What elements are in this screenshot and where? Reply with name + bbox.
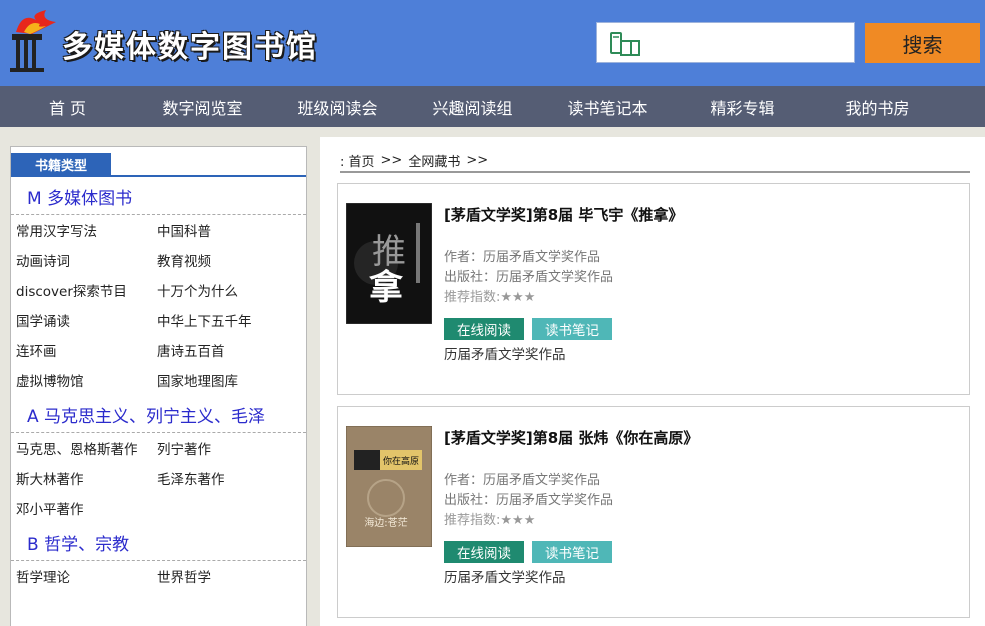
sidebar-header: 书籍类型: [11, 147, 306, 177]
svg-text:你在高原: 你在高原: [383, 455, 419, 467]
book-card: 你在高原 海边:苍茫 [茅盾文学奖]第8届 张炜《你在高原》 作者：历届矛盾文学…: [337, 406, 970, 618]
category-sidebar: 书籍类型 M 多媒体图书 常用汉字写法 中国科普 动画诗词 教育视频 discover探索…: [10, 146, 307, 626]
nav-item-6[interactable]: 我的书房: [810, 86, 945, 127]
breadcrumb: : 首页 >> 全网藏书 >>: [340, 149, 970, 173]
category-title[interactable]: M 多媒体图书: [11, 177, 306, 215]
category-link[interactable]: 哲学理论: [16, 561, 157, 591]
torch-logo-icon: [10, 10, 56, 72]
search-input[interactable]: [647, 25, 847, 60]
book-cover-image[interactable]: 你在高原 海边:苍茫: [346, 426, 432, 547]
book-rating: 推荐指数:★★★: [444, 513, 536, 528]
book-title[interactable]: [茅盾文学奖]第8届 毕飞宇《推拿》: [444, 204, 683, 225]
book-author: 作者：历届矛盾文学奖作品: [444, 473, 601, 488]
nav-item-1[interactable]: 数字阅览室: [135, 86, 270, 127]
book-card: 推 拿 [茅盾文学奖]第8届 毕飞宇《推拿》 作者：历届矛盾文学奖作品 出版社：…: [337, 183, 970, 395]
svg-text:海边:苍茫: 海边:苍茫: [364, 516, 407, 529]
category-link[interactable]: 教育视频: [157, 245, 298, 275]
category-link[interactable]: 马克思、恩格斯著作: [16, 433, 157, 463]
nav-item-2[interactable]: 班级阅读会: [270, 86, 405, 127]
category-link[interactable]: discover探索节目: [16, 275, 157, 305]
breadcrumb-sep: >>: [380, 152, 403, 168]
svg-text:推: 推: [372, 232, 406, 272]
search-box: [596, 22, 855, 63]
category-link[interactable]: 毛泽东著作: [157, 463, 298, 493]
search-button[interactable]: 搜索: [865, 23, 980, 63]
book-search-icon: [610, 32, 640, 56]
category-link[interactable]: 常用汉字写法: [16, 215, 157, 245]
nav-item-4[interactable]: 读书笔记本: [540, 86, 675, 127]
category-link[interactable]: 虚拟博物馆: [16, 365, 157, 395]
category-link-grid: 马克思、恩格斯著作 列宁著作 斯大林著作 毛泽东著作 邓小平著作: [11, 433, 306, 523]
book-publisher: 出版社：历届矛盾文学奖作品: [444, 270, 614, 285]
book-rating: 推荐指数:★★★: [444, 290, 536, 305]
nav-item-0[interactable]: 首 页: [0, 86, 135, 127]
book-publisher: 出版社：历届矛盾文学奖作品: [444, 493, 614, 508]
book-author: 作者：历届矛盾文学奖作品: [444, 250, 601, 265]
breadcrumb-sep: >>: [466, 152, 489, 168]
book-title[interactable]: [茅盾文学奖]第8届 张炜《你在高原》: [444, 427, 698, 448]
category-link[interactable]: 世界哲学: [157, 561, 298, 591]
category-link[interactable]: 国家地理图库: [157, 365, 298, 395]
read-online-button[interactable]: 在线阅读: [444, 541, 524, 563]
reading-notes-button[interactable]: 读书笔记: [532, 541, 612, 563]
header: 多媒体数字图书馆 搜索: [0, 0, 985, 86]
category-link[interactable]: 十万个为什么: [157, 275, 298, 305]
category-link[interactable]: 邓小平著作: [16, 493, 157, 523]
category-link[interactable]: 列宁著作: [157, 433, 298, 463]
category-title[interactable]: A 马克思主义、列宁主义、毛泽: [11, 395, 306, 433]
nav-item-5[interactable]: 精彩专辑: [675, 86, 810, 127]
category-link[interactable]: 连环画: [16, 335, 157, 365]
read-online-button[interactable]: 在线阅读: [444, 318, 524, 340]
category-link-grid: 常用汉字写法 中国科普 动画诗词 教育视频 discover探索节目 十万个为什么 国学诵读…: [11, 215, 306, 395]
breadcrumb-all-books[interactable]: 全网藏书: [408, 151, 460, 170]
book-cover-image[interactable]: 推 拿: [346, 203, 432, 324]
reading-notes-button[interactable]: 读书笔记: [532, 318, 612, 340]
nav-item-3[interactable]: 兴趣阅读组: [405, 86, 540, 127]
book-description: 历届矛盾文学奖作品: [444, 570, 566, 586]
category-link[interactable]: 国学诵读: [16, 305, 157, 335]
site-logo-text[interactable]: 多媒体数字图书馆: [62, 22, 318, 66]
main-nav: 首 页数字阅览室 班级阅读会 兴趣阅读组 读书笔记本 精彩专辑 我的书房: [0, 86, 985, 127]
category-link[interactable]: 唐诗五百首: [157, 335, 298, 365]
svg-text:拿: 拿: [369, 268, 404, 308]
category-link[interactable]: 动画诗词: [16, 245, 157, 275]
category-link[interactable]: 中华上下五千年: [157, 305, 298, 335]
breadcrumb-home[interactable]: : 首页: [340, 151, 375, 170]
category-link[interactable]: 中国科普: [157, 215, 298, 245]
category-link[interactable]: 斯大林著作: [16, 463, 157, 493]
category-link-grid: 哲学理论 世界哲学: [11, 561, 306, 591]
sidebar-header-tab: 书籍类型: [11, 153, 111, 175]
category-title[interactable]: B 哲学、宗教: [11, 523, 306, 561]
book-description: 历届矛盾文学奖作品: [444, 347, 566, 363]
main-content: : 首页 >> 全网藏书 >> 推 拿 [茅盾文学奖]第8届 毕飞宇《推拿》 作…: [320, 137, 985, 626]
